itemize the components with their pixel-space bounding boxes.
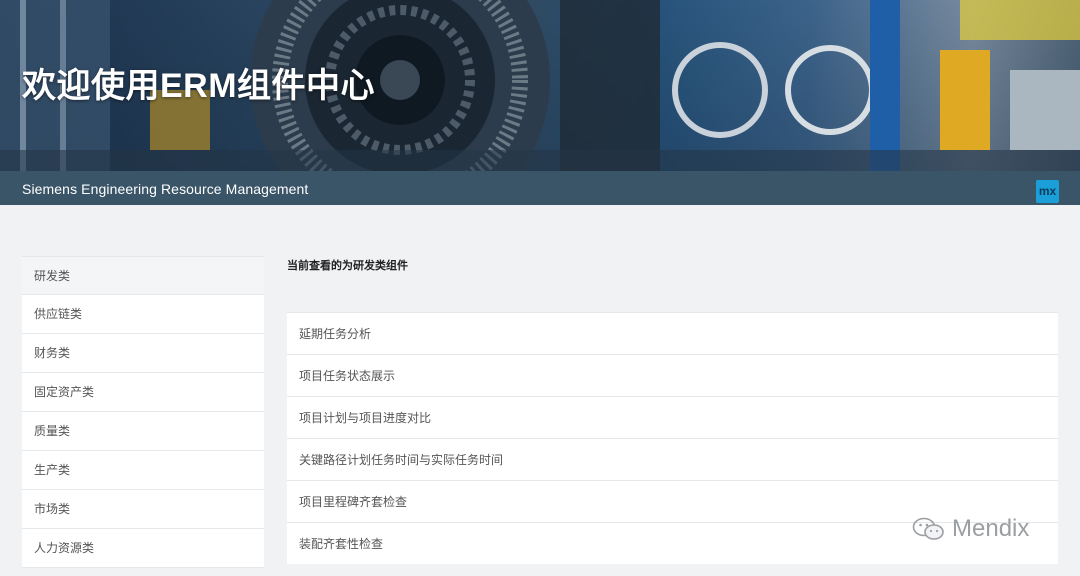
component-item[interactable]: 关键路径计划任务时间与实际任务时间 bbox=[287, 438, 1058, 480]
sidebar-item-production[interactable]: 生产类 bbox=[22, 451, 264, 490]
sidebar-item-supply-chain[interactable]: 供应链类 bbox=[22, 295, 264, 334]
sidebar-item-hr[interactable]: 人力资源类 bbox=[22, 529, 264, 568]
component-item[interactable]: 项目计划与项目进度对比 bbox=[287, 396, 1058, 438]
app-bar: Siemens Engineering Resource Management bbox=[0, 171, 1080, 205]
wechat-icon bbox=[912, 517, 944, 540]
category-sidebar: 研发类 供应链类 财务类 固定资产类 质量类 生产类 市场类 人力资源类 bbox=[22, 256, 264, 568]
component-item[interactable]: 延期任务分析 bbox=[287, 312, 1058, 354]
sidebar-item-marketing[interactable]: 市场类 bbox=[22, 490, 264, 529]
sidebar-item-fixed-assets[interactable]: 固定资产类 bbox=[22, 373, 264, 412]
header-banner: 欢迎使用ERM组件中心 bbox=[0, 0, 1080, 171]
current-category-heading: 当前查看的为研发类组件 bbox=[287, 260, 408, 272]
component-item[interactable]: 项目任务状态展示 bbox=[287, 354, 1058, 396]
app-name: Siemens Engineering Resource Management bbox=[22, 181, 309, 197]
watermark: Mendix bbox=[912, 515, 1029, 543]
page-title: 欢迎使用ERM组件中心 bbox=[22, 67, 376, 105]
sidebar-item-rnd[interactable]: 研发类 bbox=[22, 256, 264, 295]
mendix-logo[interactable]: mx bbox=[1036, 180, 1059, 203]
sidebar-item-finance[interactable]: 财务类 bbox=[22, 334, 264, 373]
sidebar-item-quality[interactable]: 质量类 bbox=[22, 412, 264, 451]
watermark-text: Mendix bbox=[952, 515, 1030, 542]
